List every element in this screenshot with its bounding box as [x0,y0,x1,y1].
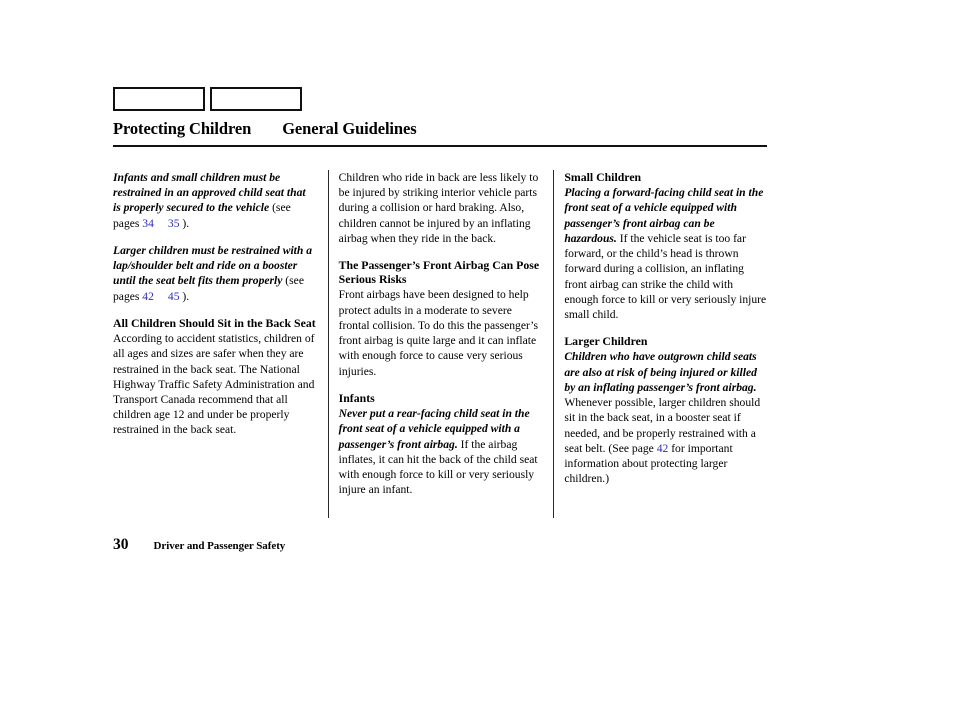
title-divider-rule [113,145,767,147]
section-all-children-back-seat: All Children Should Sit in the Back Seat… [113,316,316,438]
section-body: Placing a forward-facing child seat in t… [564,185,767,322]
paragraph-back-seat-continuation: Children who ride in back are less likel… [338,171,539,245]
section-body: According to accident statistics, childr… [113,332,315,437]
chapter-tab-box-1[interactable] [113,87,205,111]
column-1: Infants and small children must be restr… [113,170,316,518]
section-heading: All Children Should Sit in the Back Seat [113,315,316,330]
section-heading: Infants [338,390,375,405]
column-divider-2 [553,170,555,518]
page-subtitle: General Guidelines [282,119,417,138]
page-reference-link[interactable]: 42 [142,290,154,303]
chapter-tab-box-2[interactable] [210,87,302,111]
section-heading: The Passenger’s Front Airbag Can Pose Se… [338,258,540,287]
manual-page: Protecting Children General Guidelines I… [0,0,954,710]
paragraph-larger-children-belt: Larger children must be restrained with … [113,243,316,304]
paragraph-infants-child-seat: Infants and small children must be restr… [113,170,316,231]
page-number: 30 [113,536,129,553]
section-body: Children who have outgrown child seats a… [564,349,767,486]
section-body: Never put a rear-facing child seat in th… [339,406,542,497]
section-heading: Larger Children [564,334,648,349]
section-body: Front airbags have been designed to help… [338,288,539,378]
text-columns: Infants and small children must be restr… [113,170,767,518]
column-2: Children who ride in back are less likel… [339,170,542,518]
page-reference-link[interactable]: 45 [168,290,180,303]
footer-section-title: Driver and Passenger Safety [153,540,286,552]
section-larger-children: Larger Children Children who have outgro… [564,334,767,486]
body-text-tail: ). [179,289,190,303]
section-heading: Small Children [564,170,642,184]
chapter-tab-boxes [113,87,302,111]
page-reference-link[interactable]: 35 [168,217,180,230]
column-divider-1 [327,170,329,518]
body-text: If the vehicle seat is too far forward, … [564,231,767,322]
page-footer: 30 Driver and Passenger Safety [113,536,285,554]
section-small-children: Small Children Placing a forward-facing … [564,170,767,322]
body-text-tail: ). [179,216,190,230]
column-3: Small Children Placing a forward-facing … [564,170,767,518]
lead-text: Children who have outgrown child seats a… [564,350,757,394]
page-reference-link[interactable]: 42 [657,442,669,455]
page-reference-link[interactable]: 34 [142,217,154,230]
section-infants: Infants Never put a rear-facing child se… [339,391,542,498]
section-passenger-front-airbag-risks: The Passenger’s Front Airbag Can Pose Se… [339,258,542,379]
page-title-row: Protecting Children General Guidelines [113,119,767,139]
page-title: Protecting Children [113,119,252,138]
